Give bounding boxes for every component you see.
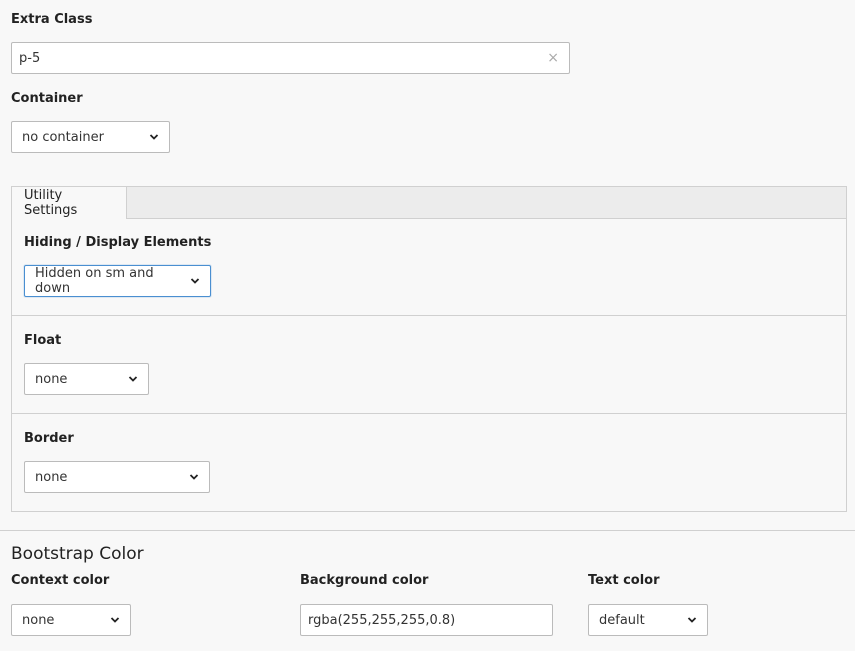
text-color-select-value: default [599,612,645,628]
extra-class-value: p-5 [19,50,41,66]
chevron-down-icon [687,617,697,623]
container-label: Container [11,91,83,106]
clear-icon[interactable]: × [547,51,559,65]
context-color-label: Context color [11,573,110,588]
utility-settings-panel: Utility Settings Hiding / Display Elemen… [11,186,847,512]
text-color-select[interactable]: default [588,604,708,636]
hiding-display-select[interactable]: Hidden on sm and down [24,265,211,297]
hiding-display-select-value: Hidden on sm and down [35,266,154,296]
float-label: Float [24,333,62,348]
border-select-value: none [35,469,68,485]
extra-class-input[interactable]: p-5 × [11,42,570,74]
float-select-value: none [35,371,68,387]
border-label: Border [24,431,74,446]
background-color-label: Background color [300,573,429,588]
bootstrap-color-heading: Bootstrap Color [11,544,144,564]
section-divider [12,413,846,414]
tab-strip [12,187,846,219]
section-divider [12,315,846,316]
chevron-down-icon [149,134,159,140]
float-select[interactable]: none [24,363,149,395]
context-color-select-value: none [22,612,55,628]
background-color-input[interactable]: rgba(255,255,255,0.8) [300,604,553,636]
chevron-down-icon [189,474,199,480]
container-select[interactable]: no container [11,121,170,153]
tab-utility-settings[interactable]: Utility Settings [12,187,127,219]
chevron-down-icon [128,376,138,382]
background-color-value: rgba(255,255,255,0.8) [308,612,456,628]
context-color-select[interactable]: none [11,604,131,636]
border-select[interactable]: none [24,461,210,493]
page-divider [0,530,855,531]
chevron-down-icon [190,278,200,284]
chevron-down-icon [110,617,120,623]
text-color-label: Text color [588,573,660,588]
extra-class-label: Extra Class [11,12,93,27]
hiding-display-label: Hiding / Display Elements [24,235,212,250]
container-select-value: no container [22,129,104,145]
